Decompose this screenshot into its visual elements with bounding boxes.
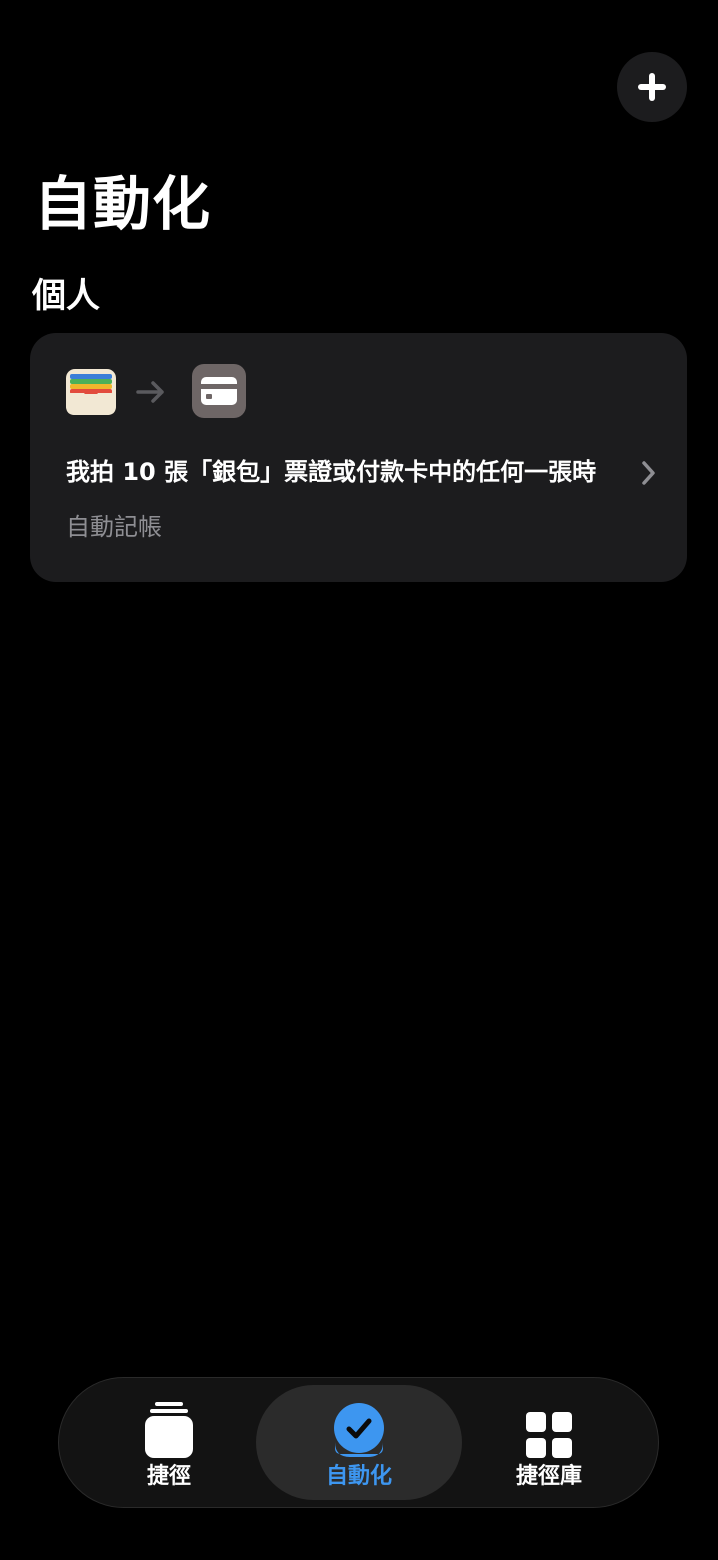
chevron-right-icon: [642, 461, 655, 485]
wallet-icon: [66, 369, 116, 415]
automation-action-text: 自動記帳: [66, 513, 162, 541]
tab-automation[interactable]: 自動化: [256, 1385, 462, 1500]
credit-card-app-icon: [192, 364, 246, 418]
stack-icon: [145, 1402, 193, 1458]
checkmark-circle-icon: [334, 1403, 384, 1457]
section-title: 個人: [32, 276, 100, 316]
tab-label: 自動化: [325, 1464, 392, 1489]
tab-label: 捷徑庫: [515, 1464, 582, 1489]
add-automation-button[interactable]: [617, 52, 687, 122]
page-title: 自動化: [34, 170, 212, 238]
grid-icon: [526, 1412, 572, 1458]
tab-bar: 捷徑 自動化 捷徑庫: [58, 1377, 659, 1508]
automation-card[interactable]: 我拍 10 張「銀包」票證或付款卡中的任何一張時 自動記帳: [30, 333, 687, 582]
plus-icon: [638, 73, 666, 101]
credit-card-icon: [201, 377, 237, 405]
tab-label: 捷徑: [146, 1464, 191, 1489]
automation-trigger-text: 我拍 10 張「銀包」票證或付款卡中的任何一張時: [66, 458, 597, 486]
tab-shortcuts[interactable]: 捷徑: [119, 1378, 219, 1507]
arrow-right-icon: [136, 381, 164, 403]
tab-gallery[interactable]: 捷徑庫: [489, 1378, 609, 1507]
